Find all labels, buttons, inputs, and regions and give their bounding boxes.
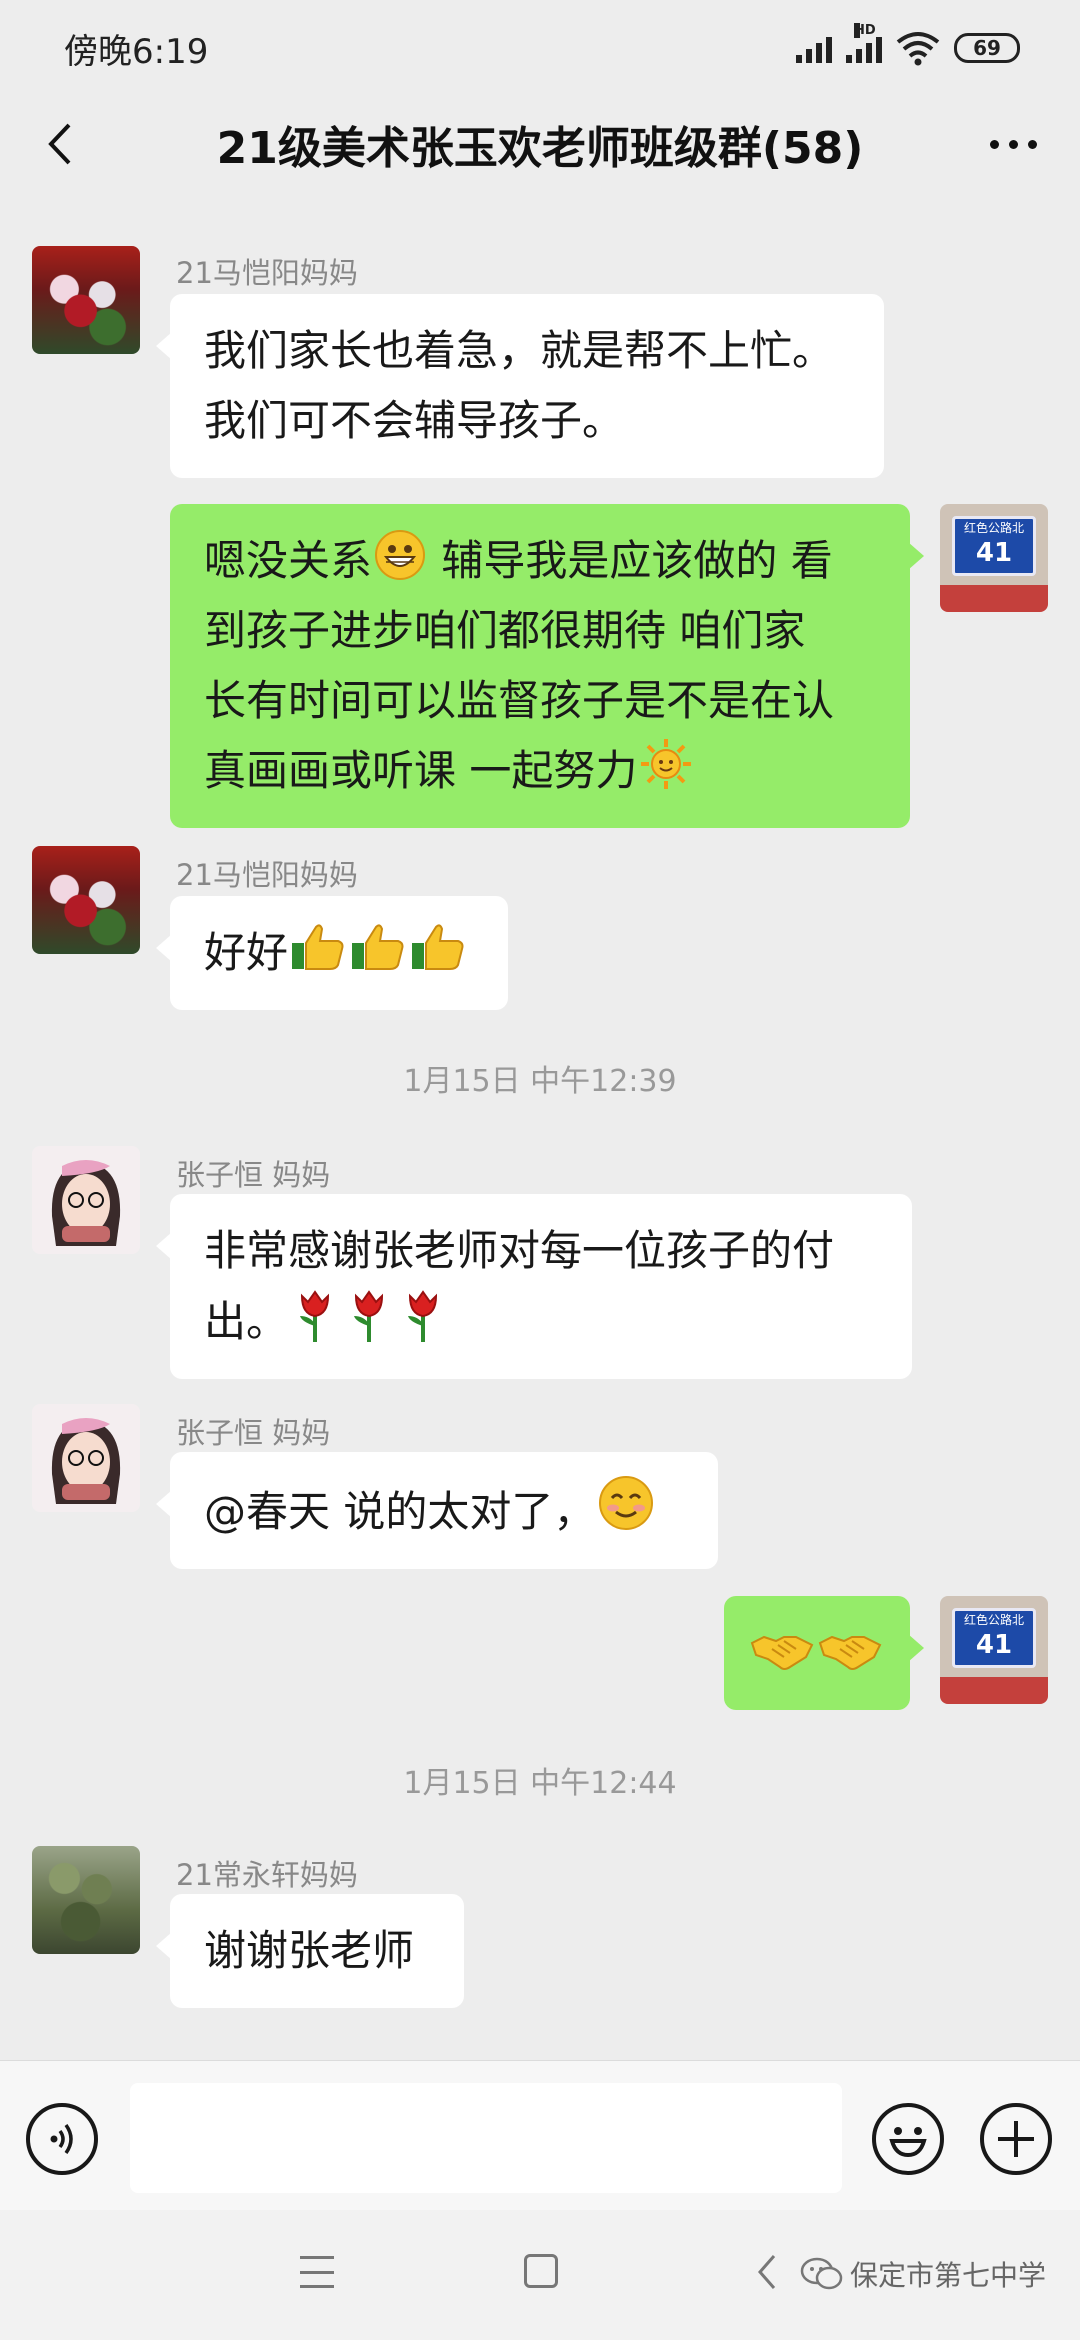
voice-input-button[interactable]: [26, 2103, 98, 2175]
street-sign: 红色公路北 41: [952, 1608, 1036, 1668]
grinning-face-icon: [375, 530, 426, 580]
timestamp: 1月15日 中午12:44: [403, 1766, 677, 1801]
thumbs-up-icon: [352, 924, 404, 970]
street-sign-line2: 41: [975, 538, 1013, 568]
chat-title: 21级美术张玉欢老师班级群(58): [216, 123, 864, 174]
more-options-button[interactable]: [978, 114, 1048, 174]
message-input[interactable]: [130, 2083, 842, 2193]
message-bubble[interactable]: 谢谢张老师: [156, 1894, 464, 2008]
hd-label: HD: [854, 23, 876, 38]
signal-icon: [796, 33, 832, 63]
input-bar: [0, 2060, 1080, 2210]
street-sign: 红色公路北 41: [952, 516, 1036, 576]
message-line: 非常感谢张老师对每一位孩子的付: [204, 1226, 835, 1275]
watermark-text: 保定市第七中学: [850, 2259, 1047, 2292]
watermark: 保定市第七中学: [800, 2254, 1046, 2294]
message-bubble[interactable]: 非常感谢张老师对每一位孩子的付 出。: [156, 1194, 912, 1379]
nav-home-button[interactable]: [524, 2254, 558, 2288]
battery-level: 69: [973, 36, 1001, 60]
sun-icon: [641, 739, 692, 789]
avatar[interactable]: [32, 1146, 140, 1254]
avatar[interactable]: [32, 246, 140, 354]
avatar-girl-image: [51, 1160, 121, 1246]
avatar-self[interactable]: 红色公路北 41: [940, 504, 1048, 612]
message-line: 出。: [204, 1286, 878, 1357]
voice-icon: [50, 2123, 73, 2155]
street-sign-line1: 红色公路北: [963, 1613, 1024, 1627]
wifi-icon: [896, 32, 940, 66]
plus-icon: [998, 2121, 1034, 2157]
status-time: 傍晚6:19: [64, 31, 209, 72]
sender-name: 21马恺阳妈妈: [176, 858, 358, 892]
message-text: 好好: [204, 928, 289, 977]
message-line: 我们家长也着急，就是帮不上忙。: [204, 326, 835, 375]
rose-icon: [300, 1290, 330, 1342]
sender-name: 21常永轩妈妈: [176, 1858, 358, 1892]
thumbs-up-icon: [292, 924, 344, 970]
signal-hd-icon: HD: [846, 23, 882, 63]
more-dot-icon: [1027, 139, 1037, 149]
handshake-icon: [818, 1635, 882, 1670]
avatar[interactable]: [32, 846, 140, 954]
timestamp: 1月15日 中午12:39: [403, 1064, 677, 1099]
avatar-self[interactable]: 红色公路北 41: [940, 1596, 1048, 1704]
back-button[interactable]: [30, 114, 90, 174]
more-dot-icon: [989, 139, 999, 149]
message-bubble[interactable]: 我们家长也着急，就是帮不上忙。 我们可不会辅导孩子。: [156, 294, 884, 478]
system-nav-bar: 保定市第七中学: [0, 2210, 1080, 2340]
sender-name: 21马恺阳妈妈: [176, 256, 358, 290]
status-icons: HD 69: [796, 23, 1020, 66]
message-bubble-self[interactable]: 嗯没关系 辅导我是应该做的 看 到孩子进步咱们都很期待 咱们家 长有时间可以监督…: [170, 504, 924, 828]
title-bar: 21级美术张玉欢老师班级群(58): [0, 96, 1080, 192]
status-bar: 傍晚6:19 HD 69: [0, 0, 1080, 96]
street-sign-line1: 红色公路北: [963, 521, 1024, 535]
chevron-left-icon: [48, 123, 71, 165]
battery-icon: 69: [954, 33, 1020, 63]
thumbs-up-icon: [412, 924, 464, 970]
message-line: 长有时间可以监督孩子是不是在认: [204, 676, 835, 725]
message-line: 嗯没关系 辅导我是应该做的 看: [204, 526, 876, 596]
handshake-icon: [750, 1635, 814, 1670]
nav-back-button[interactable]: [752, 2252, 782, 2292]
message-text: 谢谢张老师: [204, 1926, 415, 1975]
emoji-button[interactable]: [872, 2103, 944, 2175]
message-line: 我们可不会辅导孩子。: [204, 396, 625, 445]
message-text: @春天 说的太对了，: [204, 1487, 596, 1536]
avatar[interactable]: [32, 1846, 140, 1954]
avatar-girl-image: [51, 1418, 121, 1504]
nav-menu-button[interactable]: [300, 2256, 334, 2288]
emoji-face-icon: [889, 2127, 927, 2158]
wechat-logo-icon: [800, 2257, 843, 2290]
message-bubble-self[interactable]: [724, 1596, 924, 1710]
rose-icon: [408, 1290, 438, 1342]
message-line: 到孩子进步咱们都很期待 咱们家: [204, 606, 806, 655]
message-line: 真画画或听课 一起努力: [204, 736, 876, 806]
street-sign-line2: 41: [975, 1630, 1013, 1660]
sender-name: 张子恒 妈妈: [176, 1158, 331, 1192]
message-bubble[interactable]: 好好: [156, 896, 508, 1010]
rose-icon: [354, 1290, 384, 1342]
sender-name: 张子恒 妈妈: [176, 1416, 331, 1450]
message-bubble[interactable]: @春天 说的太对了，: [156, 1452, 718, 1569]
smiling-face-icon: [599, 1476, 654, 1530]
more-functions-button[interactable]: [980, 2103, 1052, 2175]
more-dot-icon: [1008, 139, 1018, 149]
avatar[interactable]: [32, 1404, 140, 1512]
